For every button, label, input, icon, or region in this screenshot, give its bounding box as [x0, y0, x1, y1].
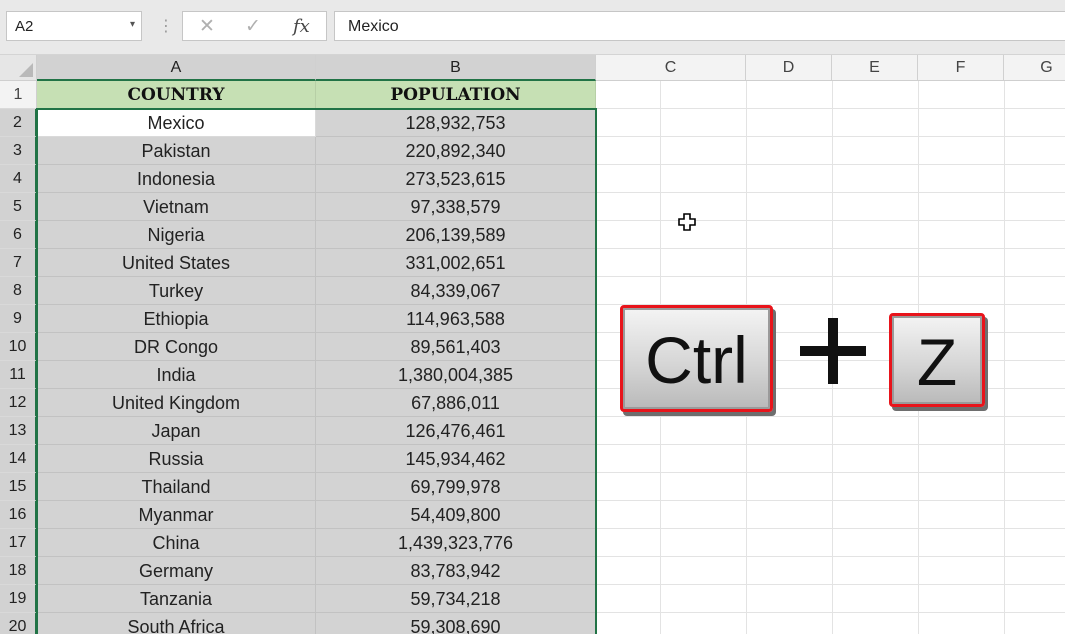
row-header-20[interactable]: 20	[0, 613, 37, 634]
country-cell[interactable]: United States	[37, 249, 316, 277]
population-cell[interactable]: 128,932,753	[316, 109, 596, 137]
row-header-16[interactable]: 16	[0, 501, 37, 529]
row-header-13[interactable]: 13	[0, 417, 37, 445]
column-header-f[interactable]: F	[918, 55, 1004, 81]
column-header-c[interactable]: C	[596, 55, 746, 81]
row-header-9[interactable]: 9	[0, 305, 37, 333]
plus-icon	[800, 318, 866, 384]
row-header-15[interactable]: 15	[0, 473, 37, 501]
formula-buttons: ✕ ✓ fx	[182, 11, 327, 41]
row-header-7[interactable]: 7	[0, 249, 37, 277]
country-cell[interactable]: Tanzania	[37, 585, 316, 613]
row-header-2[interactable]: 2	[0, 109, 37, 137]
formula-input[interactable]: Mexico	[334, 11, 1065, 41]
select-all-icon	[19, 63, 33, 77]
country-cell[interactable]: Turkey	[37, 277, 316, 305]
country-cell[interactable]: Mexico	[37, 109, 316, 137]
row-header-19[interactable]: 19	[0, 585, 37, 613]
population-cell[interactable]: 126,476,461	[316, 417, 596, 445]
chevron-down-icon[interactable]: ▾	[130, 19, 135, 30]
population-cell[interactable]: 206,139,589	[316, 221, 596, 249]
country-cell[interactable]: Pakistan	[37, 137, 316, 165]
drag-handle-icon[interactable]: ⋮	[158, 16, 174, 36]
column-header-d[interactable]: D	[746, 55, 832, 81]
country-cell[interactable]: Germany	[37, 557, 316, 585]
population-cell[interactable]: 220,892,340	[316, 137, 596, 165]
row-header-17[interactable]: 17	[0, 529, 37, 557]
population-cell[interactable]: 89,561,403	[316, 333, 596, 361]
population-cell[interactable]: 59,734,218	[316, 585, 596, 613]
column-header-e[interactable]: E	[832, 55, 918, 81]
country-cell[interactable]: Japan	[37, 417, 316, 445]
population-cell[interactable]: 59,308,690	[316, 613, 596, 634]
ctrl-key: Ctrl	[620, 305, 773, 412]
population-cell[interactable]: 114,963,588	[316, 305, 596, 333]
row-header-5[interactable]: 5	[0, 193, 37, 221]
row-header-14[interactable]: 14	[0, 445, 37, 473]
column-header-g[interactable]: G	[1004, 55, 1065, 81]
country-cell[interactable]: Ethiopia	[37, 305, 316, 333]
z-key: Z	[889, 313, 985, 407]
formula-value: Mexico	[348, 18, 399, 35]
row-header-6[interactable]: 6	[0, 221, 37, 249]
row-header-8[interactable]: 8	[0, 277, 37, 305]
population-cell[interactable]: 97,338,579	[316, 193, 596, 221]
row-header-4[interactable]: 4	[0, 165, 37, 193]
country-cell[interactable]: Myanmar	[37, 501, 316, 529]
formula-bar: A2 ▾ ⋮ ✕ ✓ fx Mexico	[0, 0, 1065, 55]
enter-icon[interactable]: ✓	[245, 15, 261, 38]
crosshair-cursor-icon	[678, 213, 696, 231]
population-cell[interactable]: 1,380,004,385	[316, 361, 596, 389]
country-cell[interactable]: Vietnam	[37, 193, 316, 221]
country-cell[interactable]: DR Congo	[37, 333, 316, 361]
country-cell[interactable]: Indonesia	[37, 165, 316, 193]
population-cell[interactable]: 67,886,011	[316, 389, 596, 417]
name-box[interactable]: A2 ▾	[6, 11, 142, 41]
row-header-10[interactable]: 10	[0, 333, 37, 361]
row-header-18[interactable]: 18	[0, 557, 37, 585]
row-header-12[interactable]: 12	[0, 389, 37, 417]
row-header-3[interactable]: 3	[0, 137, 37, 165]
population-cell[interactable]: 273,523,615	[316, 165, 596, 193]
country-cell[interactable]: China	[37, 529, 316, 557]
column-header-a[interactable]: A	[37, 55, 316, 81]
population-cell[interactable]: 69,799,978	[316, 473, 596, 501]
row-header-11[interactable]: 11	[0, 361, 37, 389]
name-box-value: A2	[15, 18, 34, 35]
country-cell[interactable]: Thailand	[37, 473, 316, 501]
insert-function-button[interactable]: fx	[293, 16, 310, 37]
population-cell[interactable]: 1,439,323,776	[316, 529, 596, 557]
country-cell[interactable]: Russia	[37, 445, 316, 473]
population-cell[interactable]: 84,339,067	[316, 277, 596, 305]
header-cell-population[interactable]: POPULATION	[316, 81, 596, 109]
cancel-icon[interactable]: ✕	[199, 15, 215, 38]
row-header-1[interactable]: 1	[0, 81, 37, 109]
country-cell[interactable]: South Africa	[37, 613, 316, 634]
country-cell[interactable]: India	[37, 361, 316, 389]
column-header-b[interactable]: B	[316, 55, 596, 81]
country-cell[interactable]: Nigeria	[37, 221, 316, 249]
population-cell[interactable]: 331,002,651	[316, 249, 596, 277]
population-cell[interactable]: 83,783,942	[316, 557, 596, 585]
header-cell-country[interactable]: COUNTRY	[37, 81, 316, 109]
select-all-button[interactable]	[0, 55, 37, 81]
population-cell[interactable]: 145,934,462	[316, 445, 596, 473]
country-cell[interactable]: United Kingdom	[37, 389, 316, 417]
population-cell[interactable]: 54,409,800	[316, 501, 596, 529]
excel-window: A2 ▾ ⋮ ✕ ✓ fx Mexico A B C D E F G 1 2 3…	[0, 0, 1065, 634]
